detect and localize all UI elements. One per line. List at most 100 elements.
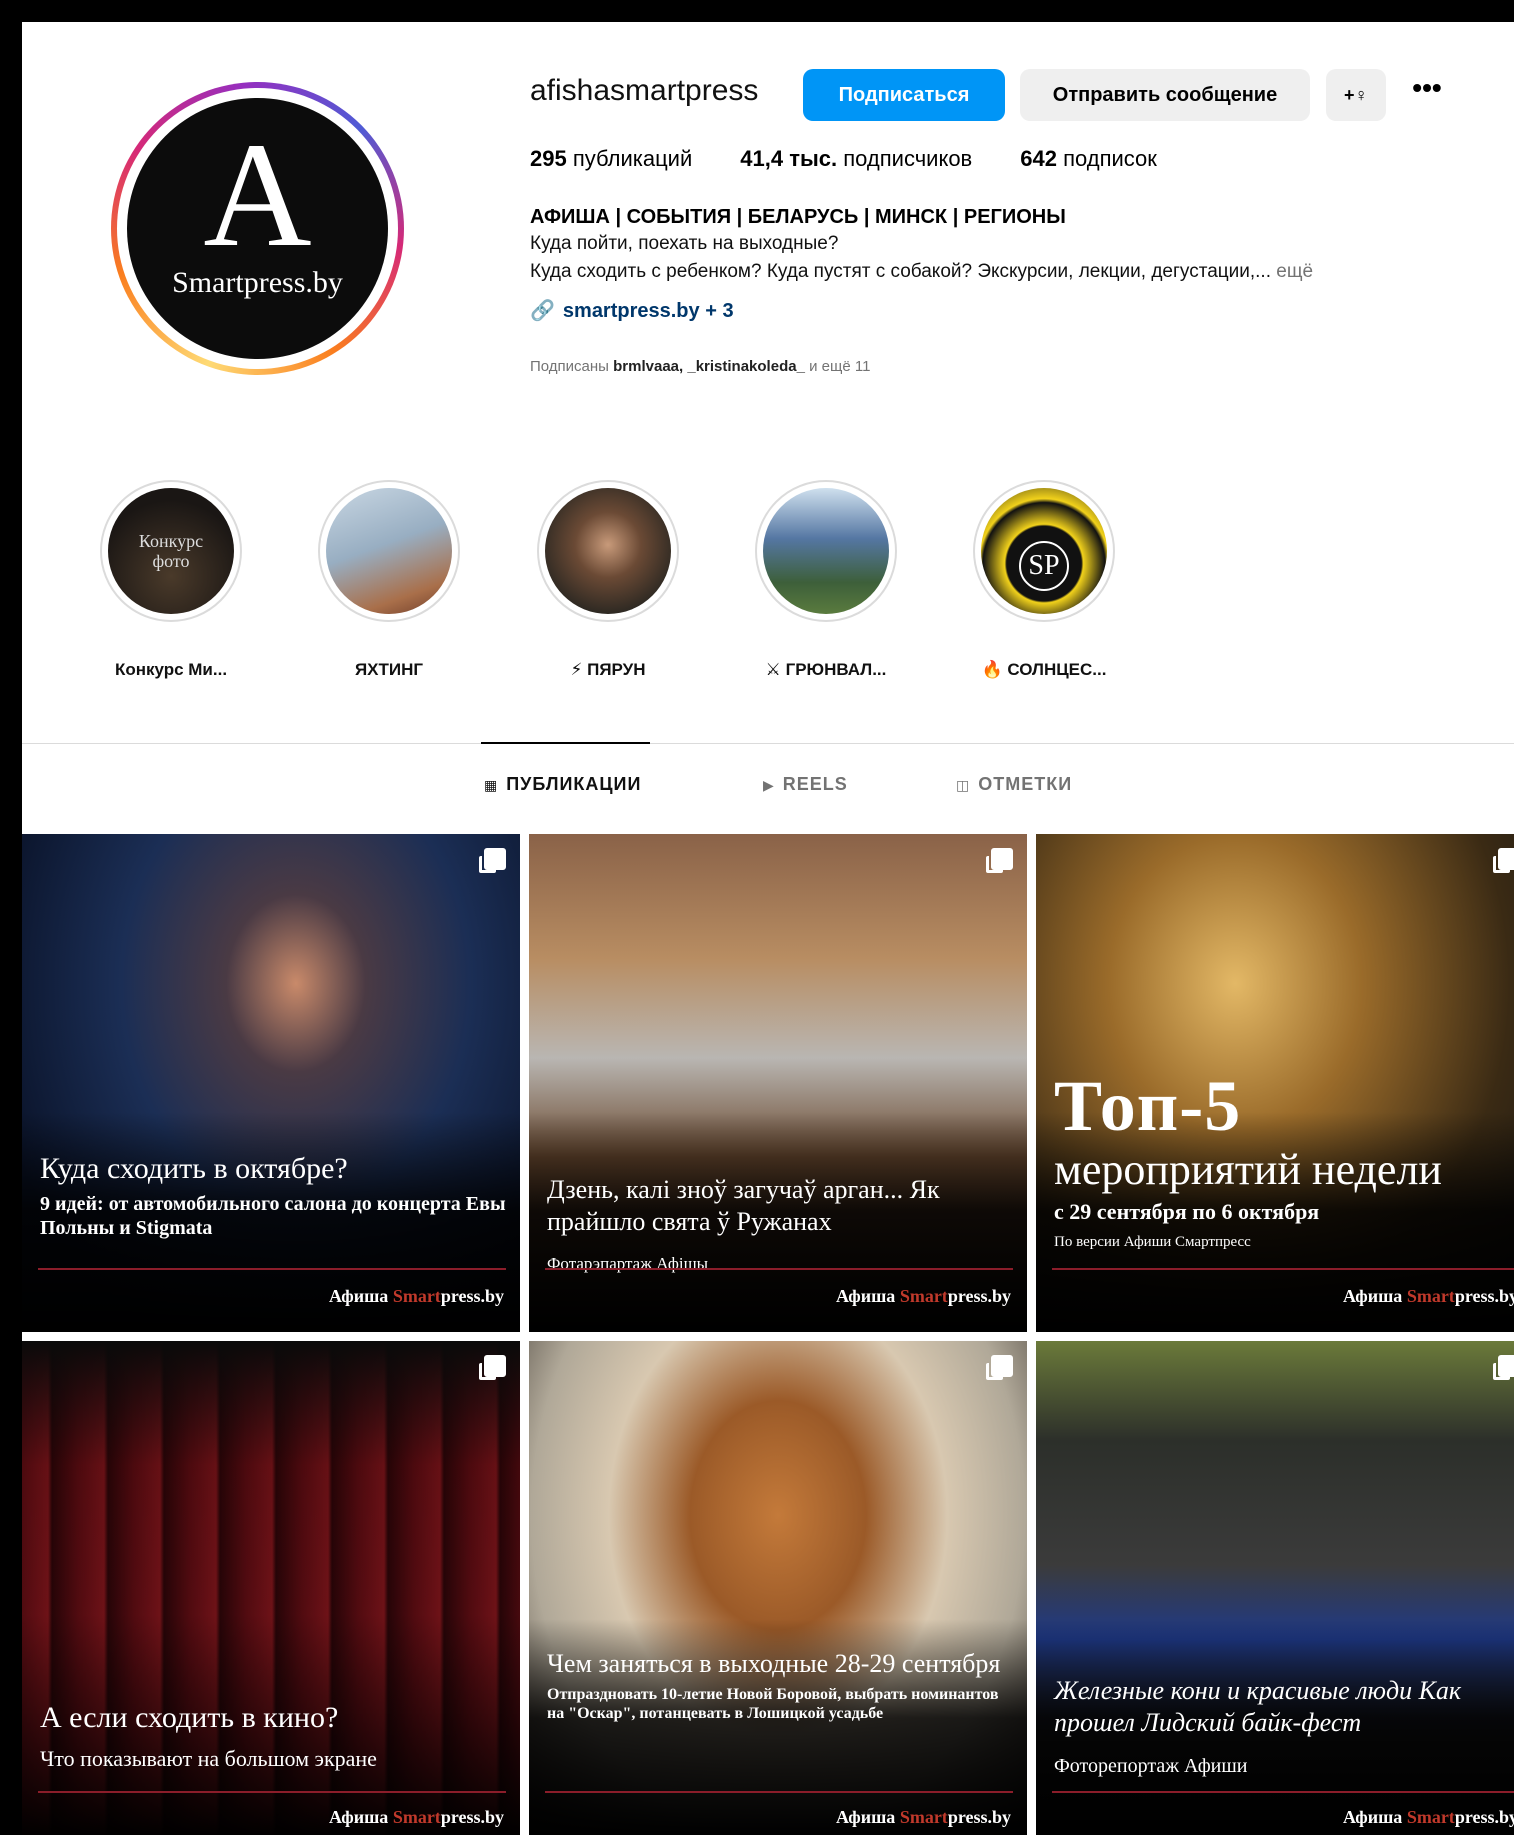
post-tile[interactable]: А если сходить в кино? Что показывают на…	[22, 1341, 520, 1835]
highlight-cover: SP	[981, 488, 1107, 614]
bio-line-1: Куда пойти, поехать на выходные?	[530, 233, 839, 254]
post-text: Дзень, калі зноў загучаў арган... Як пра…	[547, 1174, 1013, 1274]
highlight-parun[interactable]: ⚡ ПЯРУН	[533, 480, 683, 680]
following-count[interactable]: 642 подписок	[1020, 146, 1157, 172]
brand-part-a: Афиша	[328, 1286, 393, 1306]
avatar-gap: A Smartpress.by	[117, 88, 398, 369]
highlight-label: Конкурс Ми...	[114, 660, 228, 679]
highlight-label: ЯХТИНГ	[354, 660, 424, 679]
post-separator	[545, 1791, 1013, 1793]
message-button[interactable]: Отправить сообщение	[1020, 69, 1310, 121]
highlight-label: 🔥 СОЛНЦЕС...	[981, 660, 1107, 679]
brand-part-a: Афиша	[1342, 1286, 1407, 1306]
carousel-icon	[479, 1355, 506, 1380]
post-top-label: Топ-5	[1054, 1066, 1242, 1146]
post-subtitle: с 29 сентября по 6 октября	[1054, 1199, 1320, 1224]
tabs-divider	[22, 743, 1514, 744]
highlight-ring	[537, 480, 679, 622]
profile-avatar[interactable]: A Smartpress.by	[111, 82, 404, 375]
post-text: А если сходить в кино? Что показывают на…	[40, 1701, 506, 1771]
post-subtitle: Отпраздновать 10-летие Новой Боровой, вы…	[547, 1686, 999, 1722]
post-note: Фотарэпартаж Афішы	[547, 1254, 709, 1273]
highlight-cover	[326, 488, 452, 614]
highlight-ring	[318, 480, 460, 622]
tab-reels[interactable]: ▶ REELS	[763, 774, 848, 795]
avatar-text: Smartpress.by	[172, 266, 343, 299]
post-separator	[38, 1791, 506, 1793]
highlight-ring: SP	[973, 480, 1115, 622]
profile-username: afishasmartpress	[530, 74, 759, 107]
post-text: Чем заняться в выходные 28-29 сентября О…	[547, 1649, 1013, 1723]
highlight-contest[interactable]: Конкурс фото Конкурс Ми...	[96, 480, 246, 680]
brand-part-c: press.by	[440, 1286, 504, 1306]
carousel-icon	[479, 848, 506, 873]
post-note: По версии Афиши Смартпресс	[1054, 1234, 1251, 1250]
bio-line-2-text: Куда сходить с ребенком? Куда пустят с с…	[530, 261, 1271, 282]
bio-more-link[interactable]: ещё	[1276, 261, 1313, 282]
brand-part-c: press.by	[1454, 1286, 1514, 1306]
highlight-label: ⚡ ПЯРУН	[570, 660, 646, 679]
post-tile[interactable]: Чем заняться в выходные 28-29 сентября О…	[529, 1341, 1027, 1835]
post-tile[interactable]: Дзень, калі зноў загучаў арган... Як пра…	[529, 834, 1027, 1332]
carousel-icon	[986, 1355, 1013, 1380]
more-icon: •••	[1412, 72, 1442, 103]
highlight-ring	[755, 480, 897, 622]
reels-icon: ▶	[763, 777, 775, 793]
followers-count[interactable]: 41,4 тыс. подписчиков	[740, 146, 972, 172]
highlight-yachting[interactable]: ЯХТИНГ	[314, 480, 464, 680]
follow-button[interactable]: Подписаться	[803, 69, 1005, 121]
brand-part-b: Smart	[392, 1807, 441, 1827]
followed-by-users: brmlvaaa, _kristinakoleda_	[613, 358, 805, 375]
more-options-button[interactable]: •••	[1402, 62, 1452, 114]
following-label: подписок	[1063, 146, 1157, 171]
post-brand: Афиша Smartpress.by	[836, 1807, 1011, 1828]
post-separator	[38, 1268, 506, 1270]
post-brand: Афиша Smartpress.by	[836, 1286, 1011, 1307]
bio-line-2: Куда сходить с ребенком? Куда пустят с с…	[530, 261, 1313, 283]
highlight-cover	[763, 488, 889, 614]
link-icon: 🔗	[530, 300, 555, 322]
avatar-logo: A Smartpress.by	[127, 98, 388, 359]
avatar-letter: A	[203, 112, 312, 278]
brand-part-c: press.by	[440, 1807, 504, 1827]
posts-label: публикаций	[572, 146, 693, 171]
highlight-solnce[interactable]: SP 🔥 СОЛНЦЕС...	[969, 480, 1119, 680]
followers-label: подписчиков	[843, 146, 973, 171]
brand-part-b: Smart	[899, 1807, 948, 1827]
post-brand: Афиша Smartpress.by	[1343, 1286, 1514, 1307]
tab-tagged[interactable]: ◫ ОТМЕТКИ	[956, 774, 1072, 795]
brand-part-b: Smart	[392, 1286, 441, 1306]
suggest-people-button[interactable]: +♀	[1326, 69, 1386, 121]
tab-reels-label: REELS	[782, 774, 848, 794]
brand-part-c: press.by	[1454, 1807, 1514, 1827]
post-brand: Афиша Smartpress.by	[329, 1286, 504, 1307]
brand-part-a: Афиша	[328, 1807, 393, 1827]
post-tile[interactable]: Куда сходить в октябре? 9 идей: от автом…	[22, 834, 520, 1332]
grid-icon: ▦	[484, 777, 499, 793]
profile-stats: 295 публикаций 41,4 тыс. подписчиков 642…	[530, 146, 1205, 172]
post-brand: Афиша Smartpress.by	[1343, 1807, 1514, 1828]
brand-part-c: press.by	[947, 1807, 1011, 1827]
highlight-ring: Конкурс фото	[100, 480, 242, 622]
post-separator	[1052, 1791, 1514, 1793]
highlight-cover: Конкурс фото	[108, 488, 234, 614]
highlight-grunwald[interactable]: ⚔ ГРЮНВАЛ...	[751, 480, 901, 680]
followed-by[interactable]: Подписаны brmlvaaa, _kristinakoleda_ и е…	[530, 358, 870, 375]
post-title: Дзень, калі зноў загучаў арган... Як пра…	[547, 1175, 940, 1236]
post-brand: Афиша Smartpress.by	[329, 1807, 504, 1828]
posts-number: 295	[530, 146, 567, 171]
post-title: мероприятий недели	[1054, 1145, 1442, 1194]
tagged-icon: ◫	[956, 777, 971, 793]
bio-website-text: smartpress.by + 3	[562, 300, 734, 322]
followed-by-prefix: Подписаны	[530, 358, 609, 375]
brand-part-b: Smart	[1406, 1286, 1455, 1306]
tab-posts[interactable]: ▦ ПУБЛИКАЦИИ	[484, 774, 641, 795]
following-number: 642	[1020, 146, 1057, 171]
post-text: Железные кони и красивые люди Как прошел…	[1054, 1675, 1514, 1778]
post-tile[interactable]: Железные кони и красивые люди Как прошел…	[1036, 1341, 1514, 1835]
post-title: Куда сходить в октябре?	[40, 1152, 348, 1185]
post-separator	[545, 1268, 1013, 1270]
post-tile[interactable]: Топ-5 мероприятий недели с 29 сентября п…	[1036, 834, 1514, 1332]
bio-website-link[interactable]: 🔗 smartpress.by + 3	[530, 298, 734, 323]
brand-part-b: Smart	[1406, 1807, 1455, 1827]
